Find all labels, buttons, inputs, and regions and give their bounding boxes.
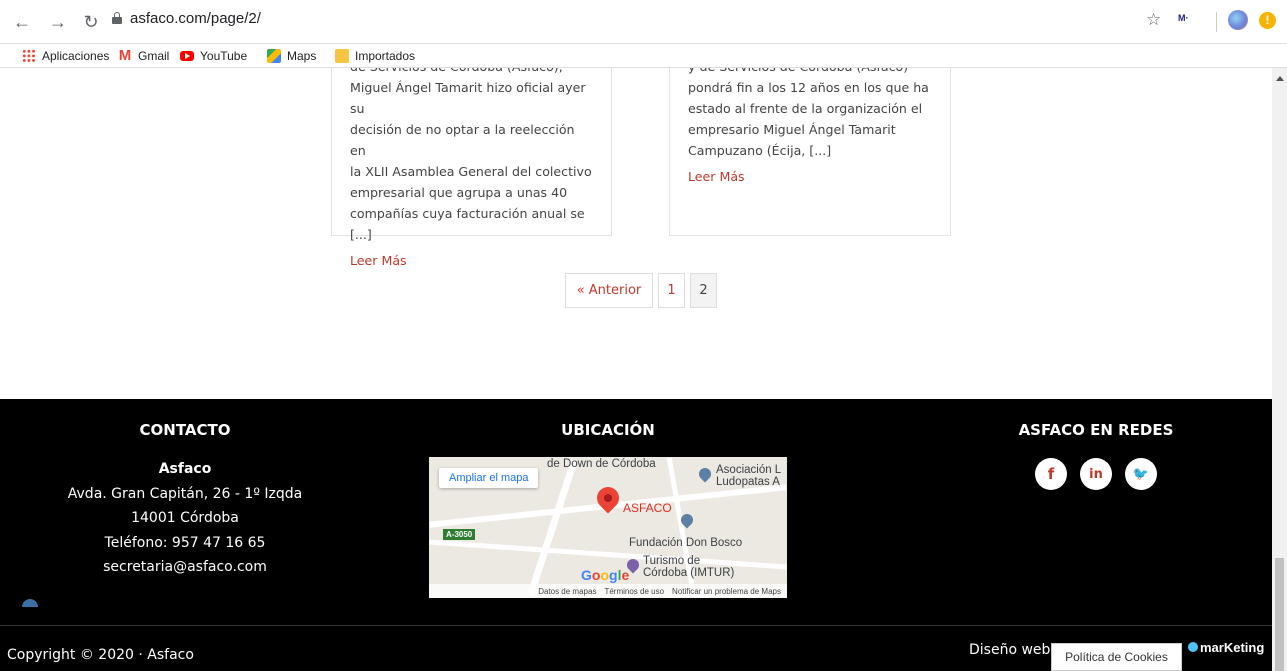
contact-email[interactable]: secretaria@asfaco.com xyxy=(40,555,330,580)
page-scrollbar[interactable] xyxy=(1272,68,1287,671)
lock-icon xyxy=(112,12,122,24)
site-footer: CONTACTO Asfaco Avda. Gran Capitán, 26 -… xyxy=(0,399,1272,671)
pagination: « Anterior 1 2 xyxy=(565,273,717,308)
fourmarketing-logo[interactable]: marKeting xyxy=(1188,635,1268,659)
map-report-link[interactable]: Notificar un problema de Maps xyxy=(672,587,781,596)
contact-city: 14001 Córdoba xyxy=(131,510,239,526)
bookmarks-bar: Aplicaciones M Gmail YouTube Maps Import… xyxy=(0,44,1287,68)
address-bar[interactable]: asfaco.com/page/2/ xyxy=(112,6,1242,36)
read-more-link[interactable]: Leer Más xyxy=(350,253,593,268)
embedded-map[interactable]: de Down de Córdoba Asociación L Ludopata… xyxy=(429,457,787,598)
contact-phone: Teléfono: 957 47 16 65 xyxy=(104,534,266,551)
post-text-line: Campuzano (Écija, [...] xyxy=(688,143,832,158)
contact-name: Asfaco xyxy=(158,461,212,477)
bookmark-label: Importados xyxy=(355,49,416,63)
map-label: de Down de Córdoba xyxy=(547,458,656,470)
bookmark-gmail[interactable]: M Gmail xyxy=(118,47,170,64)
post-text-line: compañías cuya facturación anual se [...… xyxy=(350,206,585,242)
bookmark-apps[interactable]: Aplicaciones xyxy=(22,48,109,64)
youtube-icon xyxy=(180,51,194,61)
logo-drop-icon xyxy=(1188,642,1198,652)
gmail-icon: M xyxy=(118,47,132,64)
map-label: Ludopatas A xyxy=(716,476,780,488)
post-card-1: de Servicios de Córdoba (Asfaco), Miguel… xyxy=(331,68,612,268)
bookmark-label: Gmail xyxy=(138,49,170,63)
google-logo: Google xyxy=(581,567,630,583)
contact-heading: CONTACTO xyxy=(139,421,231,439)
post-text-line: empresarial que agrupa a unas 40 xyxy=(350,185,568,200)
post-text-line: de Servicios de Córdoba (Asfaco), xyxy=(350,68,593,77)
bookmark-label: YouTube xyxy=(200,49,248,63)
profile-alert-icon[interactable]: ! xyxy=(1259,12,1276,29)
post-text-line: pondrá fin a los 12 años en los que ha xyxy=(688,80,929,95)
expand-map-button[interactable]: Ampliar el mapa xyxy=(439,468,539,488)
url-text[interactable]: asfaco.com/page/2/ xyxy=(130,10,261,27)
scroll-up-arrow-icon[interactable] xyxy=(1276,76,1284,81)
bookmark-star-icon[interactable]: ☆ xyxy=(1146,10,1161,30)
post-text-line: y de Servicios de Córdoba (Asfaco) xyxy=(688,68,932,77)
post-text-line: decisión de no optar a la reelección en xyxy=(350,122,575,158)
map-marker-label: ASFACO xyxy=(623,501,672,515)
twitter-icon[interactable]: 🐦 xyxy=(1125,458,1157,490)
design-credit-link[interactable]: Diseño web xyxy=(969,642,1050,658)
map-label: Fundación Don Bosco xyxy=(629,537,743,549)
reload-icon[interactable]: ↻ xyxy=(79,10,103,34)
pagination-prev[interactable]: « Anterior xyxy=(565,273,653,308)
extension-icon[interactable]: M· xyxy=(1178,13,1198,29)
road-badge: A-3050 xyxy=(443,529,476,540)
facebook-icon[interactable]: f xyxy=(1035,458,1067,490)
scroll-thumb[interactable] xyxy=(1275,558,1284,671)
map-data-link[interactable]: Datos de mapas xyxy=(538,587,596,596)
post-text-line: estado al frente de la organización el xyxy=(688,101,923,116)
bookmark-maps[interactable]: Maps xyxy=(267,48,316,64)
location-heading: UBICACIÓN xyxy=(561,421,655,439)
bookmark-label: Maps xyxy=(287,49,317,63)
toolbar-divider xyxy=(1216,12,1217,32)
browser-toolbar: ← → ↻ asfaco.com/page/2/ ☆ M· ! xyxy=(0,0,1287,44)
extension-globe-icon[interactable] xyxy=(1228,10,1248,30)
logo-word: marKeting xyxy=(1200,639,1265,655)
map-label: Asociación L xyxy=(716,464,782,476)
map-attribution: Datos de mapas Términos de uso Notificar… xyxy=(429,584,787,598)
apps-grid-icon xyxy=(22,49,36,63)
linkedin-icon[interactable]: in xyxy=(1080,458,1112,490)
forward-arrow-icon[interactable]: → xyxy=(46,10,70,34)
post-text-line: Miguel Ángel Tamarit hizo oficial ayer s… xyxy=(350,80,586,116)
map-label: Turismo de xyxy=(643,555,701,567)
pagination-page-current: 2 xyxy=(690,273,717,308)
pagination-page-1[interactable]: 1 xyxy=(658,273,685,308)
social-heading: ASFACO EN REDES xyxy=(1018,421,1174,439)
footer-divider xyxy=(0,625,1272,626)
maps-icon xyxy=(267,49,281,63)
contact-block: Asfaco Avda. Gran Capitán, 26 - 1º Izqda… xyxy=(40,457,330,580)
map-terms-link[interactable]: Términos de uso xyxy=(604,587,664,596)
post-text-line: la XLII Asamblea General del colectivo xyxy=(350,164,592,179)
page-viewport: de Servicios de Córdoba (Asfaco), Miguel… xyxy=(0,68,1272,671)
read-more-link[interactable]: Leer Más xyxy=(688,169,932,184)
bookmark-youtube[interactable]: YouTube xyxy=(180,48,247,64)
bookmark-importados[interactable]: Importados xyxy=(335,48,415,64)
post-text-line: empresario Miguel Ángel Tamarit xyxy=(688,122,896,137)
post-card-2: y de Servicios de Córdoba (Asfaco) pondr… xyxy=(669,68,951,236)
bookmark-label: Aplicaciones xyxy=(42,49,110,63)
back-arrow-icon[interactable]: ← xyxy=(10,10,34,34)
cookie-policy-button[interactable]: Política de Cookies xyxy=(1051,643,1182,671)
map-poi-icon xyxy=(696,465,714,483)
folder-icon xyxy=(335,49,349,63)
map-label: Córdoba (IMTUR) xyxy=(643,567,735,579)
contact-address: Avda. Gran Capitán, 26 - 1º Izqda xyxy=(67,485,303,502)
copyright-text: Copyright © 2020 · Asfaco xyxy=(7,647,194,663)
